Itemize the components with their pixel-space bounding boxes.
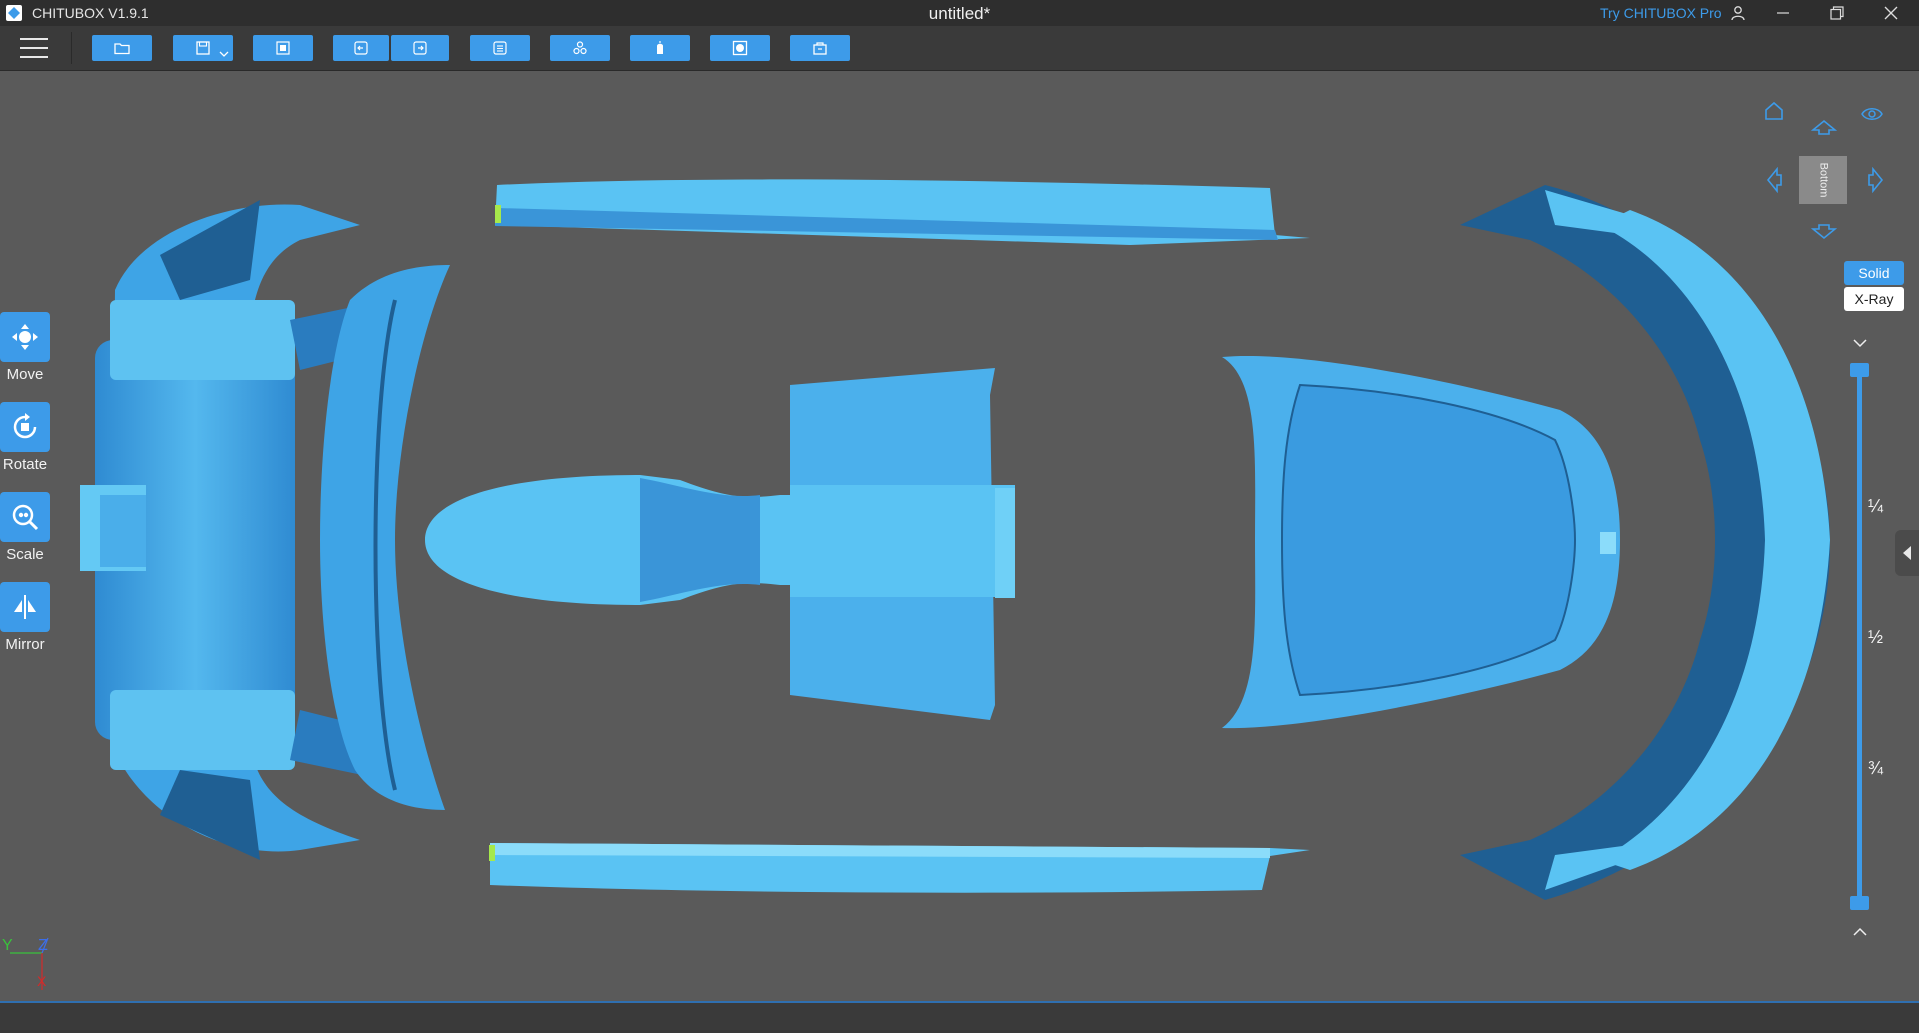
caret-left-icon xyxy=(1903,546,1911,560)
xray-mode-button[interactable]: X-Ray xyxy=(1844,287,1904,311)
bottom-view-button[interactable]: Bottom xyxy=(1799,156,1847,204)
redo-icon xyxy=(413,41,427,55)
scale-label: Scale xyxy=(6,546,44,563)
model-viewport[interactable] xyxy=(0,70,1919,1001)
axis-z-label: Z xyxy=(38,937,48,954)
rotate-icon xyxy=(13,413,37,439)
front-hood-part[interactable] xyxy=(1222,355,1620,729)
right-view-icon[interactable] xyxy=(1862,166,1890,194)
side-skirt-bottom[interactable] xyxy=(489,843,1310,893)
try-pro-link[interactable]: Try CHITUBOX Pro xyxy=(1600,5,1722,21)
folder-icon xyxy=(114,43,130,55)
undo-icon xyxy=(354,41,368,55)
rotate-button[interactable] xyxy=(0,402,50,452)
hole-icon xyxy=(813,42,827,55)
rotate-tool[interactable]: Rotate xyxy=(0,402,50,492)
axis-gizmo: Y Z X xyxy=(2,937,49,990)
top-view-icon[interactable] xyxy=(1810,113,1838,141)
scale-tool[interactable]: Scale xyxy=(0,492,50,582)
move-label: Move xyxy=(6,366,44,383)
mirror-tool[interactable]: Mirror xyxy=(0,582,50,672)
status-bar xyxy=(0,1001,1919,1033)
axis-x-label: X xyxy=(37,973,47,989)
clone-icon xyxy=(573,41,587,55)
save-button[interactable] xyxy=(173,35,233,61)
supports-button[interactable] xyxy=(630,35,690,61)
toolbar-divider xyxy=(71,32,72,64)
mirror-label: Mirror xyxy=(5,636,45,653)
minimize-button[interactable] xyxy=(1760,0,1806,26)
close-button[interactable] xyxy=(1868,0,1914,26)
dig-hole-button[interactable] xyxy=(790,35,850,61)
chevron-down-icon xyxy=(219,51,229,57)
hamburger-menu-icon[interactable] xyxy=(20,36,48,60)
clone-button[interactable] xyxy=(550,35,610,61)
layer-slider-bottom-handle[interactable] xyxy=(1850,896,1869,910)
layer-slider-track[interactable] xyxy=(1857,366,1862,906)
chevron-down-icon[interactable] xyxy=(1846,329,1874,357)
home-view-icon[interactable] xyxy=(1760,97,1788,125)
side-skirt-top[interactable] xyxy=(495,179,1310,245)
side-panel-toggle[interactable] xyxy=(1895,530,1919,576)
main-toolbar xyxy=(0,26,1919,71)
save-icon xyxy=(196,41,210,55)
front-view-icon[interactable] xyxy=(1810,218,1838,246)
scale-magnifier-icon xyxy=(12,504,39,531)
redo-button[interactable] xyxy=(391,35,449,61)
layer-slider-top-handle[interactable] xyxy=(1850,363,1869,377)
slider-mark-quarter: ¼ xyxy=(1868,496,1884,516)
open-file-button[interactable] xyxy=(92,35,152,61)
move-arrows-icon xyxy=(12,324,38,350)
chassis-part[interactable] xyxy=(425,368,1015,720)
scale-button[interactable] xyxy=(0,492,50,542)
move-tool[interactable]: Move xyxy=(0,312,50,402)
restore-button[interactable] xyxy=(1814,0,1860,26)
rotate-label: Rotate xyxy=(2,456,48,473)
mirror-button[interactable] xyxy=(0,582,50,632)
slider-mark-three-quarters: ¾ xyxy=(1868,758,1884,778)
hollow-button[interactable] xyxy=(710,35,770,61)
arrange-icon xyxy=(276,41,290,55)
mirror-icon xyxy=(14,595,36,619)
account-icon[interactable] xyxy=(1716,0,1760,26)
slider-mark-half: ½ xyxy=(1868,627,1884,647)
auto-arrange-button[interactable] xyxy=(253,35,313,61)
eye-icon[interactable] xyxy=(1858,100,1886,128)
chevron-up-icon[interactable] xyxy=(1846,918,1874,946)
move-button[interactable] xyxy=(0,312,50,362)
list-icon xyxy=(493,41,507,55)
solid-mode-button[interactable]: Solid xyxy=(1844,261,1904,285)
support-icon xyxy=(657,41,663,54)
axis-y-label: Y xyxy=(2,937,13,954)
title-bar: CHITUBOX V1.9.1 untitled* Try CHITUBOX P… xyxy=(0,0,1919,26)
hollow-icon xyxy=(732,40,748,56)
left-view-icon[interactable] xyxy=(1760,166,1788,194)
undo-button[interactable] xyxy=(333,35,389,61)
model-list-button[interactable] xyxy=(470,35,530,61)
